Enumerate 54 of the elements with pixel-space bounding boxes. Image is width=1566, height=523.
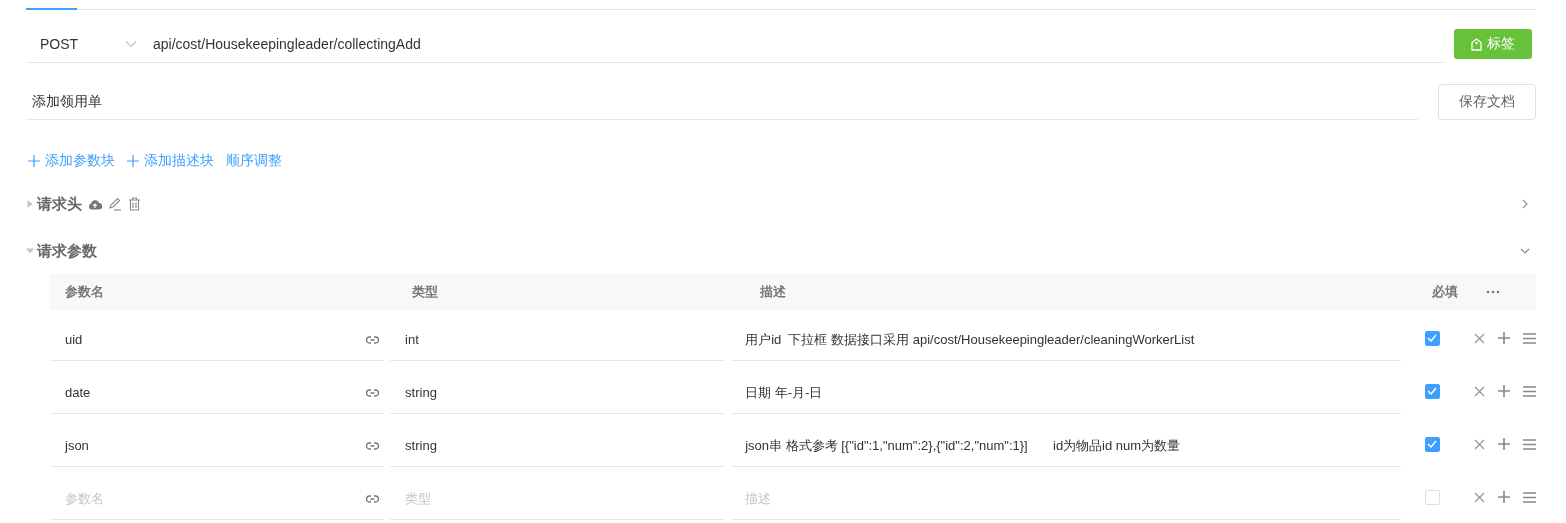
title-field[interactable]: 添加领用单: [26, 84, 1418, 120]
close-icon[interactable]: [1474, 491, 1485, 503]
plus-icon: [127, 155, 139, 167]
triangle-icon[interactable]: [26, 200, 34, 208]
section-title[interactable]: 请求参数: [37, 241, 97, 261]
required-checkbox[interactable]: [1424, 330, 1440, 346]
type-field[interactable]: 类型: [390, 478, 726, 520]
param-name-field[interactable]: date: [65, 372, 367, 413]
plus-icon: [28, 155, 40, 167]
column-header: 必填: [1431, 283, 1459, 301]
chevron-down-icon[interactable]: [1520, 246, 1530, 256]
type-field[interactable]: int: [390, 319, 726, 361]
required-checkbox[interactable]: [1424, 436, 1440, 452]
description-field[interactable]: 用户id 下拉框 数据接口采用 api/cost/Housekeepingleader/cleaningWorkerList: [731, 319, 1402, 361]
url-field[interactable]: POST api/cost/Housekeepingleader/collectingAdd: [26, 25, 1445, 63]
column-header: 参数名: [64, 283, 105, 301]
caret-icon: [125, 39, 137, 48]
param-name-field[interactable]: uid: [65, 319, 367, 360]
description-field[interactable]: 描述: [731, 478, 1402, 520]
close-icon[interactable]: [1474, 385, 1485, 397]
description-field[interactable]: json串 格式参考 [{"id":1,"num":2},{"id":2,"num":1}] id为物品id num为数量: [731, 425, 1402, 467]
link-icon[interactable]: [366, 335, 380, 344]
triangle-icon[interactable]: [26, 247, 34, 255]
tab-indicator: [26, 8, 77, 10]
drag-handle-icon[interactable]: [1523, 332, 1536, 344]
type-field[interactable]: string: [390, 372, 726, 414]
column-header: 描述: [759, 283, 787, 301]
plus-icon[interactable]: [1498, 438, 1510, 450]
description-field[interactable]: 日期 年-月-日: [731, 372, 1402, 414]
link-icon[interactable]: [366, 388, 380, 397]
method-select[interactable]: POST: [26, 35, 151, 52]
param-name-field[interactable]: json: [65, 425, 367, 466]
more-icon[interactable]: [1486, 290, 1500, 294]
type-field[interactable]: string: [390, 425, 726, 467]
close-icon[interactable]: [1474, 438, 1485, 450]
column-header: 类型: [411, 283, 439, 301]
chevron-right-icon[interactable]: [1520, 199, 1530, 209]
tag-icon: [1471, 37, 1482, 51]
section-title[interactable]: 请求头: [37, 194, 82, 214]
plus-icon[interactable]: [1498, 491, 1510, 503]
plus-icon[interactable]: [1498, 332, 1510, 344]
close-icon[interactable]: [1474, 332, 1485, 344]
cloud-upload-icon[interactable]: [88, 198, 102, 210]
save-button[interactable]: 保存文档: [1438, 84, 1536, 120]
link-icon[interactable]: [366, 494, 380, 503]
link-icon[interactable]: [366, 441, 380, 450]
drag-handle-icon[interactable]: [1523, 385, 1536, 397]
drag-handle-icon[interactable]: [1523, 438, 1536, 450]
required-checkbox[interactable]: [1424, 383, 1440, 399]
drag-handle-icon[interactable]: [1523, 491, 1536, 503]
param-name-field[interactable]: 参数名: [65, 478, 367, 519]
plus-icon[interactable]: [1498, 385, 1510, 397]
delete-icon[interactable]: [128, 197, 141, 211]
edit-icon[interactable]: [108, 197, 122, 211]
